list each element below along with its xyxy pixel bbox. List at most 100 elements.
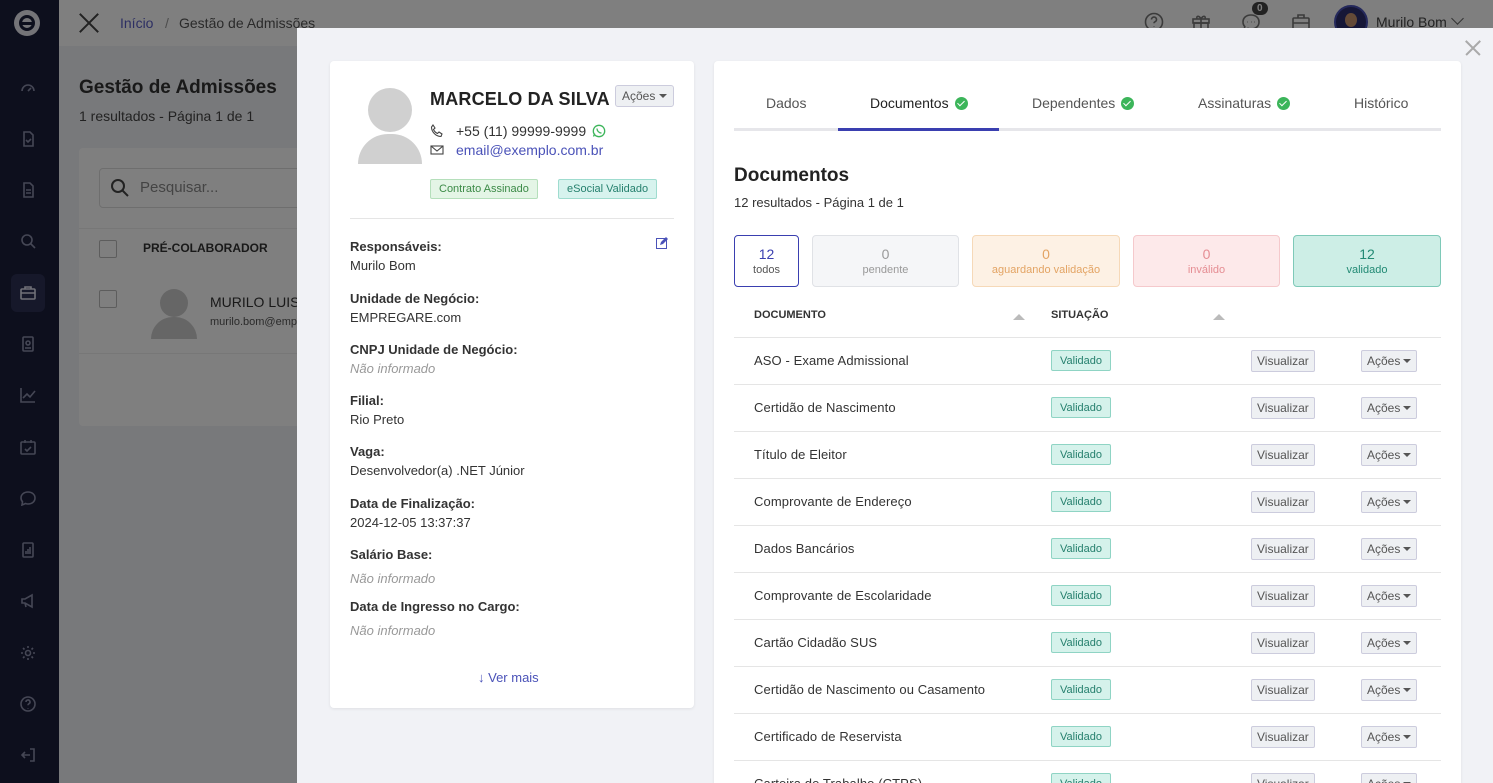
field-label: Salário Base: [350, 547, 433, 562]
ver-mais-link[interactable]: ↓ Ver mais [478, 670, 539, 685]
table-row: Certidão de Nascimento ou Casamento Valid… [734, 667, 1441, 714]
table-row: Cartão Cidadão SUS Validado Visualizar Açõe… [734, 620, 1441, 667]
tab-label: Histórico [1354, 95, 1409, 111]
row-actions-button[interactable]: Ações [1361, 679, 1418, 701]
actions-label: Ações [1367, 542, 1401, 556]
caret-down-icon [1403, 735, 1412, 739]
view-button[interactable]: Visualizar [1251, 679, 1315, 701]
row-actions-button[interactable]: Ações [1361, 350, 1418, 372]
row-actions-button[interactable]: Ações [1361, 773, 1418, 783]
filter-label: pendente [862, 264, 909, 276]
view-button[interactable]: Visualizar [1251, 726, 1315, 748]
table-row: Certidão de Nascimento Validado Visualizar… [734, 385, 1441, 432]
filter-count: 0 [1202, 246, 1211, 262]
view-button[interactable]: Visualizar [1251, 632, 1315, 654]
edit-icon[interactable] [656, 237, 668, 249]
document-name: Certificado de Reservista [754, 729, 902, 744]
view-button[interactable]: Visualizar [1251, 444, 1315, 466]
actions-label: Ações [622, 89, 656, 103]
phone-icon [430, 124, 443, 138]
field-label: Vaga: [350, 444, 385, 459]
filter-label: inválido [1187, 264, 1226, 276]
document-name: Certidão de Nascimento [754, 400, 896, 415]
field-label: Data de Finalização: [350, 496, 475, 511]
actions-label: Ações [1367, 636, 1401, 650]
view-button[interactable]: Visualizar [1251, 350, 1315, 372]
tab-documentos[interactable]: Documentos [870, 95, 968, 111]
column-header-situacao[interactable]: SITUAÇÃO [1051, 309, 1108, 321]
mail-icon [430, 145, 444, 155]
tab-dados[interactable]: Dados [766, 95, 806, 111]
actions-label: Ações [1367, 683, 1401, 697]
table-row: Comprovante de Escolaridade Validado Visua… [734, 573, 1441, 620]
table-row: ASO - Exame Admissional Validado Visualiza… [734, 338, 1441, 385]
caret-down-icon [1403, 594, 1412, 598]
filter-count: 0 [1042, 246, 1050, 262]
filter-todos[interactable]: 12 todos [734, 235, 799, 287]
table-body: ASO - Exame Admissional Validado Visualiza… [734, 338, 1441, 783]
document-name: Comprovante de Escolaridade [754, 588, 932, 603]
view-button[interactable]: Visualizar [1251, 585, 1315, 607]
filter-count: 0 [881, 246, 890, 262]
tab-label: Documentos [870, 95, 949, 111]
field-label: Responsáveis: [350, 239, 442, 254]
check-circle-icon [1277, 96, 1291, 110]
actions-label: Ações [1367, 354, 1401, 368]
actions-label: Ações [1367, 448, 1401, 462]
documents-table: DOCUMENTO SITUAÇÃO ASO - Exame Admission… [734, 297, 1441, 783]
status-badge: Validado [1051, 773, 1111, 783]
table-row: Comprovante de Endereço Validado Visualiza… [734, 479, 1441, 526]
sort-asc-icon[interactable] [1213, 314, 1225, 320]
tab-historico[interactable]: Histórico [1354, 95, 1408, 111]
actions-label: Ações [1367, 777, 1400, 783]
actions-label: Ações [1367, 401, 1401, 415]
tab-assinaturas[interactable]: Assinaturas [1198, 95, 1291, 111]
status-badge: Validado [1051, 679, 1111, 700]
document-name: Comprovante de Endereço [754, 494, 912, 509]
close-icon[interactable] [1465, 40, 1481, 56]
row-actions-button[interactable]: Ações [1361, 585, 1418, 607]
check-circle-icon [1121, 96, 1135, 110]
status-badge: Validado [1051, 444, 1111, 465]
status-badge: Validado [1051, 350, 1111, 371]
table-row: Carteira de Trabalho (CTPS) Validado Visua… [734, 761, 1441, 783]
status-badge: Validado [1051, 538, 1111, 559]
row-actions-button[interactable]: Ações [1361, 632, 1418, 654]
row-actions-button[interactable]: Ações [1361, 444, 1418, 466]
whatsapp-icon[interactable] [592, 124, 606, 138]
caret-down-icon [1403, 641, 1412, 645]
column-header-documento[interactable]: DOCUMENTO [754, 309, 826, 321]
phone-number[interactable]: +55 (11) 99999-9999 [456, 123, 586, 139]
field-value: Rio Preto [350, 412, 405, 427]
filter-label: aguardando validação [991, 264, 1101, 276]
field-value: EMPREGARE.com [350, 310, 462, 325]
filter-invalido[interactable]: 0 inválido [1133, 235, 1280, 287]
filter-count: 12 [1359, 246, 1375, 262]
field-label: Filial: [350, 393, 384, 408]
status-badge: Validado [1051, 585, 1111, 606]
filter-validado[interactable]: 12 validado [1293, 235, 1441, 287]
document-name: ASO - Exame Admissional [754, 353, 909, 368]
active-tab-indicator [838, 128, 999, 131]
row-actions-button[interactable]: Ações [1361, 397, 1418, 419]
section-title: Documentos [734, 165, 850, 186]
tab-dependentes[interactable]: Dependentes [1032, 95, 1135, 111]
email-link[interactable]: email@exemplo.com.br [456, 142, 603, 158]
view-button[interactable]: Visualizar [1251, 538, 1315, 560]
row-actions-button[interactable]: Ações [1361, 726, 1418, 748]
tab-label: Dependentes [1032, 95, 1116, 111]
view-button[interactable]: Visualizar [1251, 491, 1315, 513]
filter-pendente[interactable]: 0 pendente [812, 235, 959, 287]
actions-label: Ações [1367, 589, 1401, 603]
sort-asc-icon[interactable] [1013, 314, 1025, 320]
row-actions-button[interactable]: Ações [1361, 491, 1418, 513]
check-circle-icon [954, 96, 968, 110]
table-header: DOCUMENTO SITUAÇÃO [734, 297, 1441, 338]
document-name: Título de Eleitor [754, 447, 847, 462]
view-button[interactable]: Visualizar [1251, 397, 1315, 419]
profile-actions-button[interactable]: Ações [615, 85, 675, 107]
row-actions-button[interactable]: Ações [1361, 538, 1418, 560]
view-button[interactable]: Visualizar [1251, 773, 1315, 783]
profile-card: MARCELO DA SILVA Ações +55 (11) 99999-99… [330, 61, 694, 708]
filter-aguardando-validacao[interactable]: 0 aguardando validação [972, 235, 1120, 287]
